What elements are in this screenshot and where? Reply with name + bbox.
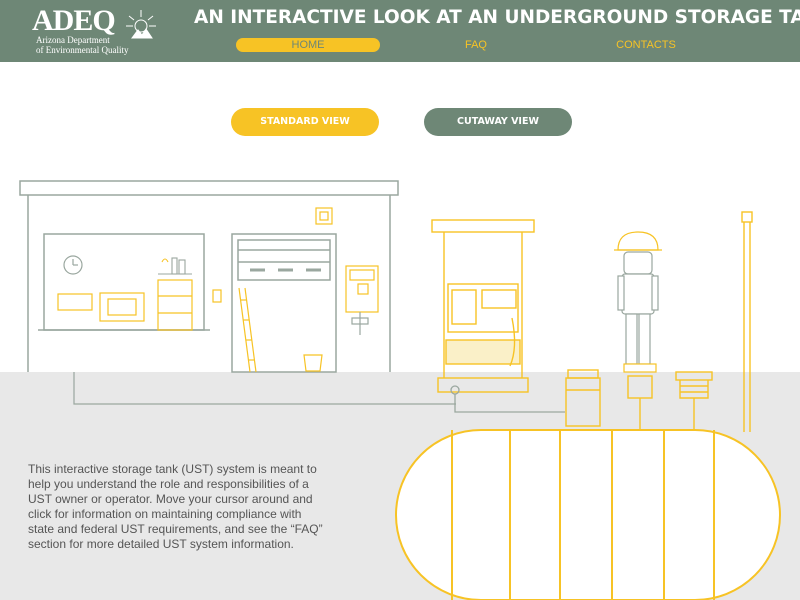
- ladder-icon: [238, 287, 257, 373]
- store-window[interactable]: [38, 233, 210, 331]
- underground-storage-tank[interactable]: [395, 429, 781, 600]
- station-building[interactable]: [19, 180, 399, 372]
- vent-pipe[interactable]: [741, 211, 753, 432]
- submersible-pump-sump[interactable]: [565, 369, 601, 427]
- register-icon: [57, 279, 193, 331]
- bucket-icon: [303, 354, 323, 372]
- intro-description: This interactive storage tank (UST) syst…: [28, 462, 323, 551]
- wall-vent-icon: [315, 207, 333, 225]
- worker-figure[interactable]: [614, 231, 662, 373]
- shelf-books-icon: [158, 257, 192, 275]
- fuel-dispenser[interactable]: [431, 219, 535, 393]
- vapor-recovery-port[interactable]: [675, 371, 713, 432]
- wall-clock-icon: [63, 255, 83, 275]
- light-switch-icon: [212, 289, 222, 303]
- monitor-wiring: [73, 372, 456, 405]
- dispenser-piping: [450, 385, 565, 413]
- fill-port[interactable]: [627, 375, 653, 432]
- tank-monitor-panel[interactable]: [345, 265, 379, 335]
